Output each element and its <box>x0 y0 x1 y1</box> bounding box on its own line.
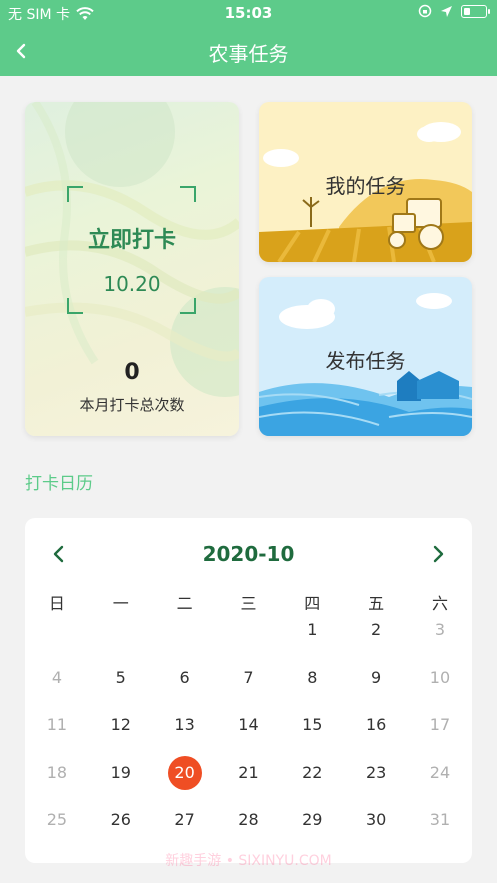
calendar-day[interactable]: 1 <box>280 618 344 666</box>
calendar-day[interactable]: 3 <box>408 618 472 666</box>
checkin-date: 10.20 <box>103 272 161 296</box>
my-task-card[interactable]: 我的任务 <box>259 102 472 262</box>
calendar-empty-cell <box>217 618 281 666</box>
publish-task-card[interactable]: 发布任务 <box>259 277 472 436</box>
calendar-section-title: 打卡日历 <box>25 474 93 494</box>
publish-task-label[interactable]: 发布任务 <box>259 345 472 374</box>
chevron-right-icon[interactable] <box>428 542 448 566</box>
checkin-button-label[interactable]: 立即打卡 <box>25 222 239 254</box>
calendar-day[interactable]: 14 <box>217 713 281 761</box>
calendar-day[interactable]: 10 <box>408 666 472 714</box>
nav-bar: 农事任务 <box>0 28 497 74</box>
calendar-day[interactable]: 4 <box>25 666 89 714</box>
calendar-header: 2020-10 <box>25 540 472 568</box>
weekday-header: 二 <box>176 594 193 613</box>
calendar-day[interactable]: 27 <box>153 808 217 856</box>
calendar-day[interactable]: 19 <box>89 761 153 809</box>
scan-corner-icon <box>180 298 196 314</box>
checkin-calendar: 2020-10 日一二三四五六 1 2 3 4 5 6 7 8 9 10 11 12 13 14 15 16 17… <box>25 518 472 863</box>
calendar-day[interactable]: 8 <box>280 666 344 714</box>
calendar-day[interactable]: 11 <box>25 713 89 761</box>
scan-corner-icon <box>180 186 196 202</box>
calendar-day[interactable]: 16 <box>344 713 408 761</box>
calendar-day[interactable]: 15 <box>280 713 344 761</box>
calendar-day[interactable]: 2 <box>344 618 408 666</box>
calendar-day[interactable]: 28 <box>217 808 281 856</box>
orientation-lock-icon <box>418 4 432 18</box>
page-title: 农事任务 <box>208 42 289 66</box>
calendar-day[interactable]: 23 <box>344 761 408 809</box>
calendar-empty-cell <box>25 618 89 666</box>
calendar-day[interactable]: 24 <box>408 761 472 809</box>
calendar-day[interactable]: 30 <box>344 808 408 856</box>
calendar-day[interactable]: 6 <box>153 666 217 714</box>
calendar-day[interactable]: 31 <box>408 808 472 856</box>
calendar-day[interactable]: 21 <box>217 761 281 809</box>
calendar-day[interactable]: 22 <box>280 761 344 809</box>
calendar-day[interactable]: 29 <box>280 808 344 856</box>
calendar-day[interactable]: 7 <box>217 666 281 714</box>
my-task-label[interactable]: 我的任务 <box>259 170 472 199</box>
header-bar: 无 SIM 卡 15:03 农事任务 <box>0 0 497 76</box>
weekday-header: 一 <box>112 594 129 613</box>
calendar-empty-cell <box>89 618 153 666</box>
checkin-count: 0 <box>124 360 140 385</box>
checkin-card[interactable]: 立即打卡 10.20 0 本月打卡总次数 <box>25 102 239 436</box>
terraced-fields-image <box>25 102 239 397</box>
calendar-day[interactable]: 17 <box>408 713 472 761</box>
calendar-day[interactable]: 13 <box>153 713 217 761</box>
calendar-day-selected[interactable]: 20 <box>153 755 217 809</box>
calendar-empty-cell <box>153 618 217 666</box>
checkin-count-label: 本月打卡总次数 <box>79 396 185 414</box>
calendar-day[interactable]: 26 <box>89 808 153 856</box>
calendar-month: 2020-10 <box>202 542 295 566</box>
weekday-header: 三 <box>240 594 257 613</box>
watermark: 新趣手游 • SIXINYU.COM <box>165 853 332 869</box>
weekday-header: 日 <box>48 594 65 613</box>
calendar-day[interactable]: 18 <box>25 761 89 809</box>
battery-icon <box>461 4 490 18</box>
calendar-day[interactable]: 9 <box>344 666 408 714</box>
location-icon <box>441 5 452 17</box>
calendar-day[interactable]: 5 <box>89 666 153 714</box>
weekday-header: 四 <box>304 594 321 613</box>
calendar-day[interactable]: 12 <box>89 713 153 761</box>
calendar-day[interactable]: 25 <box>25 808 89 856</box>
scan-corner-icon <box>67 186 83 202</box>
weekday-header: 五 <box>368 594 385 613</box>
weekday-header: 六 <box>431 594 448 613</box>
scan-corner-icon <box>67 298 83 314</box>
status-bar: 无 SIM 卡 15:03 <box>0 0 497 26</box>
calendar-grid: 日一二三四五六 1 2 3 4 5 6 7 8 9 10 11 12 13 14 15 16 17 18 19 20 21… <box>25 588 472 856</box>
